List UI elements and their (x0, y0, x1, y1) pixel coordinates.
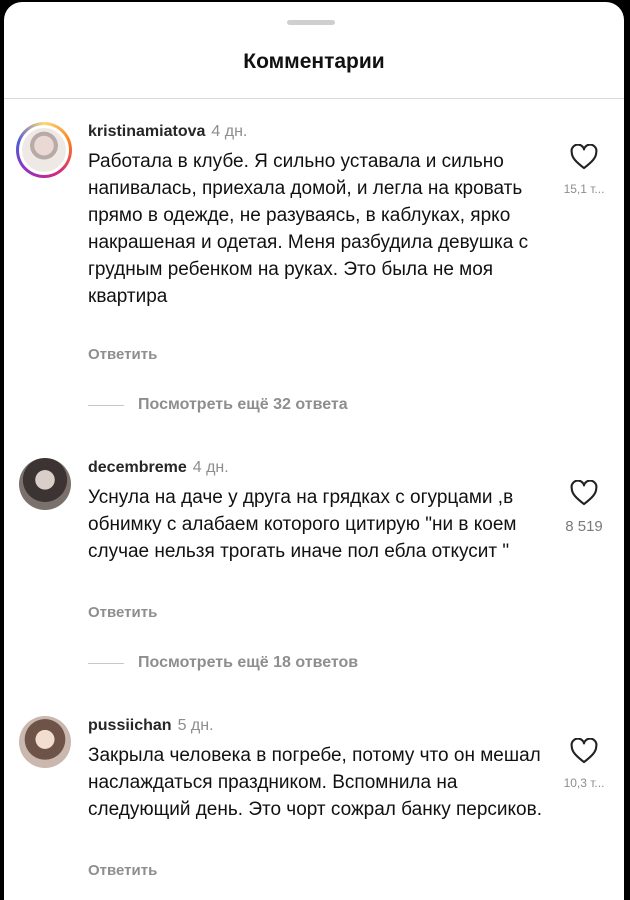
reply-button[interactable]: Ответить (88, 862, 157, 879)
like-count: 10,3 т... (563, 776, 605, 790)
comment-meta: kristinamiatova 4 дн. (88, 122, 247, 142)
comment-username[interactable]: decembreme (88, 459, 187, 476)
heart-outline-icon (570, 144, 598, 170)
comment-text: Работала в клубе. Я сильно уставала и си… (88, 151, 529, 307)
comment-text: Закрыла человека в погребе, потому что о… (88, 745, 542, 820)
comment-text: Уснула на даче у друга на грядках с огур… (88, 487, 517, 562)
view-replies-label: Посмотреть ещё 18 ответов (138, 654, 359, 671)
heart-outline-icon (570, 480, 598, 506)
like-button[interactable]: 8 519 (554, 480, 614, 535)
comment-age: 4 дн. (211, 123, 248, 140)
heart-outline-icon (570, 738, 598, 764)
view-replies-button[interactable]: Посмотреть ещё 18 ответов (88, 654, 358, 672)
avatar[interactable] (19, 458, 71, 510)
like-count: 15,1 т... (563, 182, 605, 196)
like-button[interactable]: 15,1 т... (554, 144, 614, 196)
drag-handle[interactable] (287, 20, 335, 25)
header-divider (4, 98, 624, 99)
comment-meta: decembreme 4 дн. (88, 458, 229, 478)
avatar[interactable] (19, 716, 71, 768)
replies-divider-line (88, 404, 124, 406)
replies-divider-line (88, 662, 124, 664)
like-count: 8 519 (565, 518, 603, 535)
page-title: Комментарии (243, 50, 385, 73)
view-replies-label: Посмотреть ещё 32 ответа (138, 396, 348, 413)
comment-age: 5 дн. (177, 717, 214, 734)
avatar[interactable] (16, 122, 72, 178)
comment-username[interactable]: kristinamiatova (88, 123, 205, 140)
reply-button[interactable]: Ответить (88, 346, 157, 363)
comment-age: 4 дн. (192, 459, 229, 476)
comments-sheet: Комментарии kristinamiatova 4 дн. Работал… (4, 2, 624, 900)
comment-username[interactable]: pussiichan (88, 717, 172, 734)
view-replies-button[interactable]: Посмотреть ещё 32 ответа (88, 396, 348, 414)
comment-meta: pussiichan 5 дн. (88, 716, 214, 736)
like-button[interactable]: 10,3 т... (554, 738, 614, 790)
reply-button[interactable]: Ответить (88, 604, 157, 621)
